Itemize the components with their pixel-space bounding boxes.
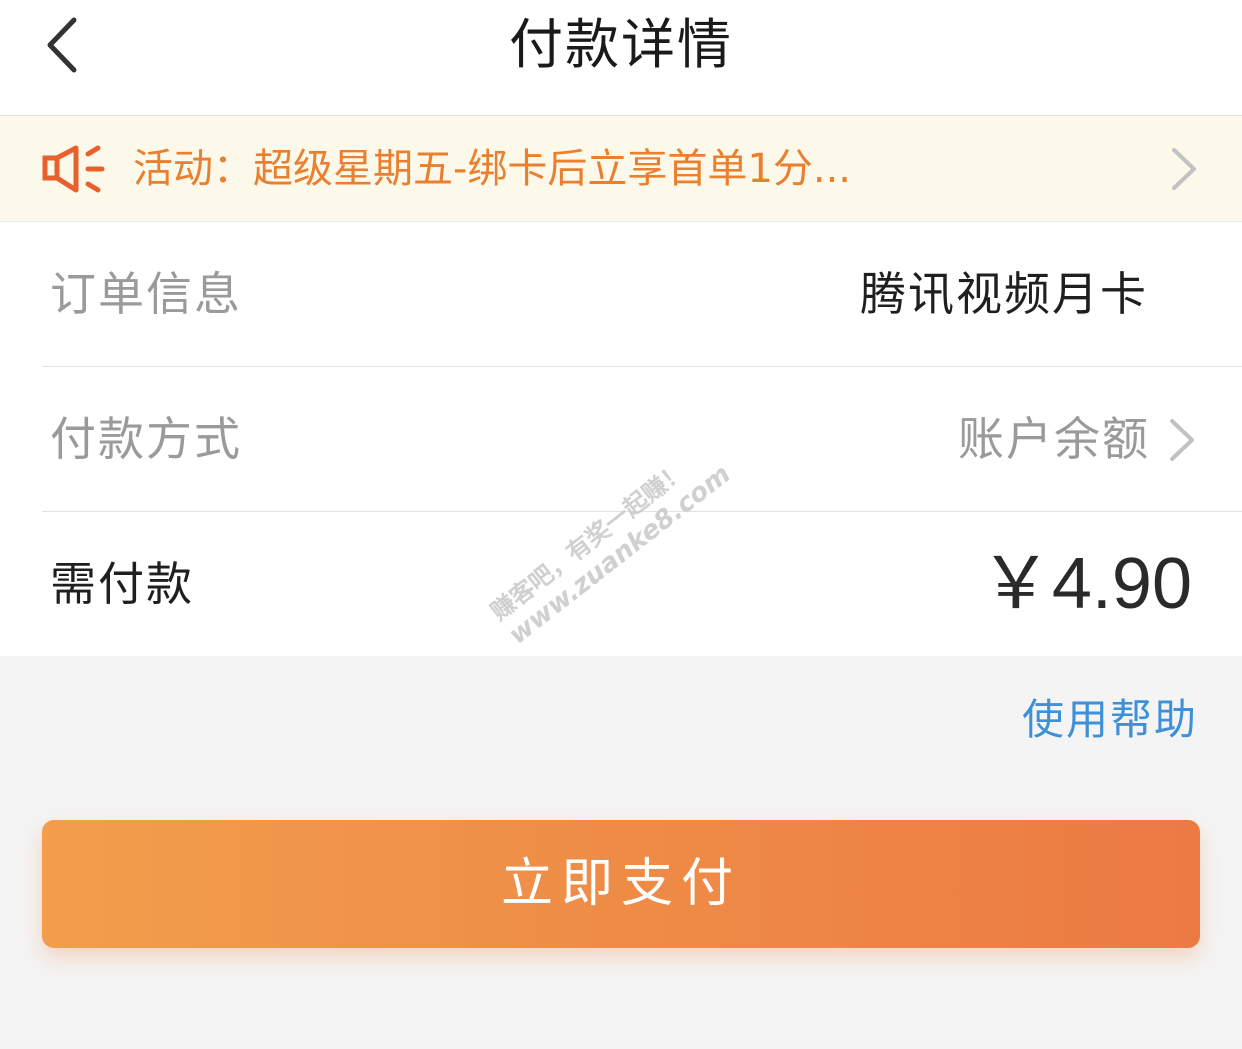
- help-link[interactable]: 使用帮助: [1022, 690, 1198, 750]
- order-info-row: 订单信息 腾讯视频月卡: [0, 222, 1242, 366]
- order-info-value: 腾讯视频月卡: [860, 267, 1148, 321]
- payment-details-page: 付款详情 活动：超级星期五-绑卡后立享首单1分... 订单信息 腾讯视频月卡 付…: [0, 0, 1242, 1049]
- payment-method-label: 付款方式: [50, 412, 242, 466]
- chevron-right-icon: [1172, 148, 1196, 190]
- payment-method-row[interactable]: 付款方式 账户余额: [0, 367, 1242, 511]
- speaker-icon: [42, 145, 105, 193]
- pay-now-label: 立即支付: [500, 854, 741, 914]
- promo-text: 活动：超级星期五-绑卡后立享首单1分...: [133, 146, 852, 192]
- order-info-label: 订单信息: [50, 267, 242, 321]
- payment-method-value: 账户余额: [958, 412, 1150, 466]
- amount-due-label: 需付款: [50, 557, 194, 611]
- amount-due-value: ￥4.90: [979, 544, 1192, 624]
- promo-notice-bar[interactable]: 活动：超级星期五-绑卡后立享首单1分...: [0, 116, 1242, 222]
- amount-due-row: 需付款 ￥4.90: [0, 512, 1242, 656]
- order-info-list: 订单信息 腾讯视频月卡 付款方式 账户余额 需付款 ￥4.90: [0, 222, 1242, 656]
- top-navigation-bar: 付款详情: [0, 0, 1242, 116]
- pay-now-button[interactable]: 立即支付: [42, 820, 1200, 948]
- chevron-right-icon: [1170, 419, 1194, 461]
- page-title: 付款详情: [509, 13, 733, 76]
